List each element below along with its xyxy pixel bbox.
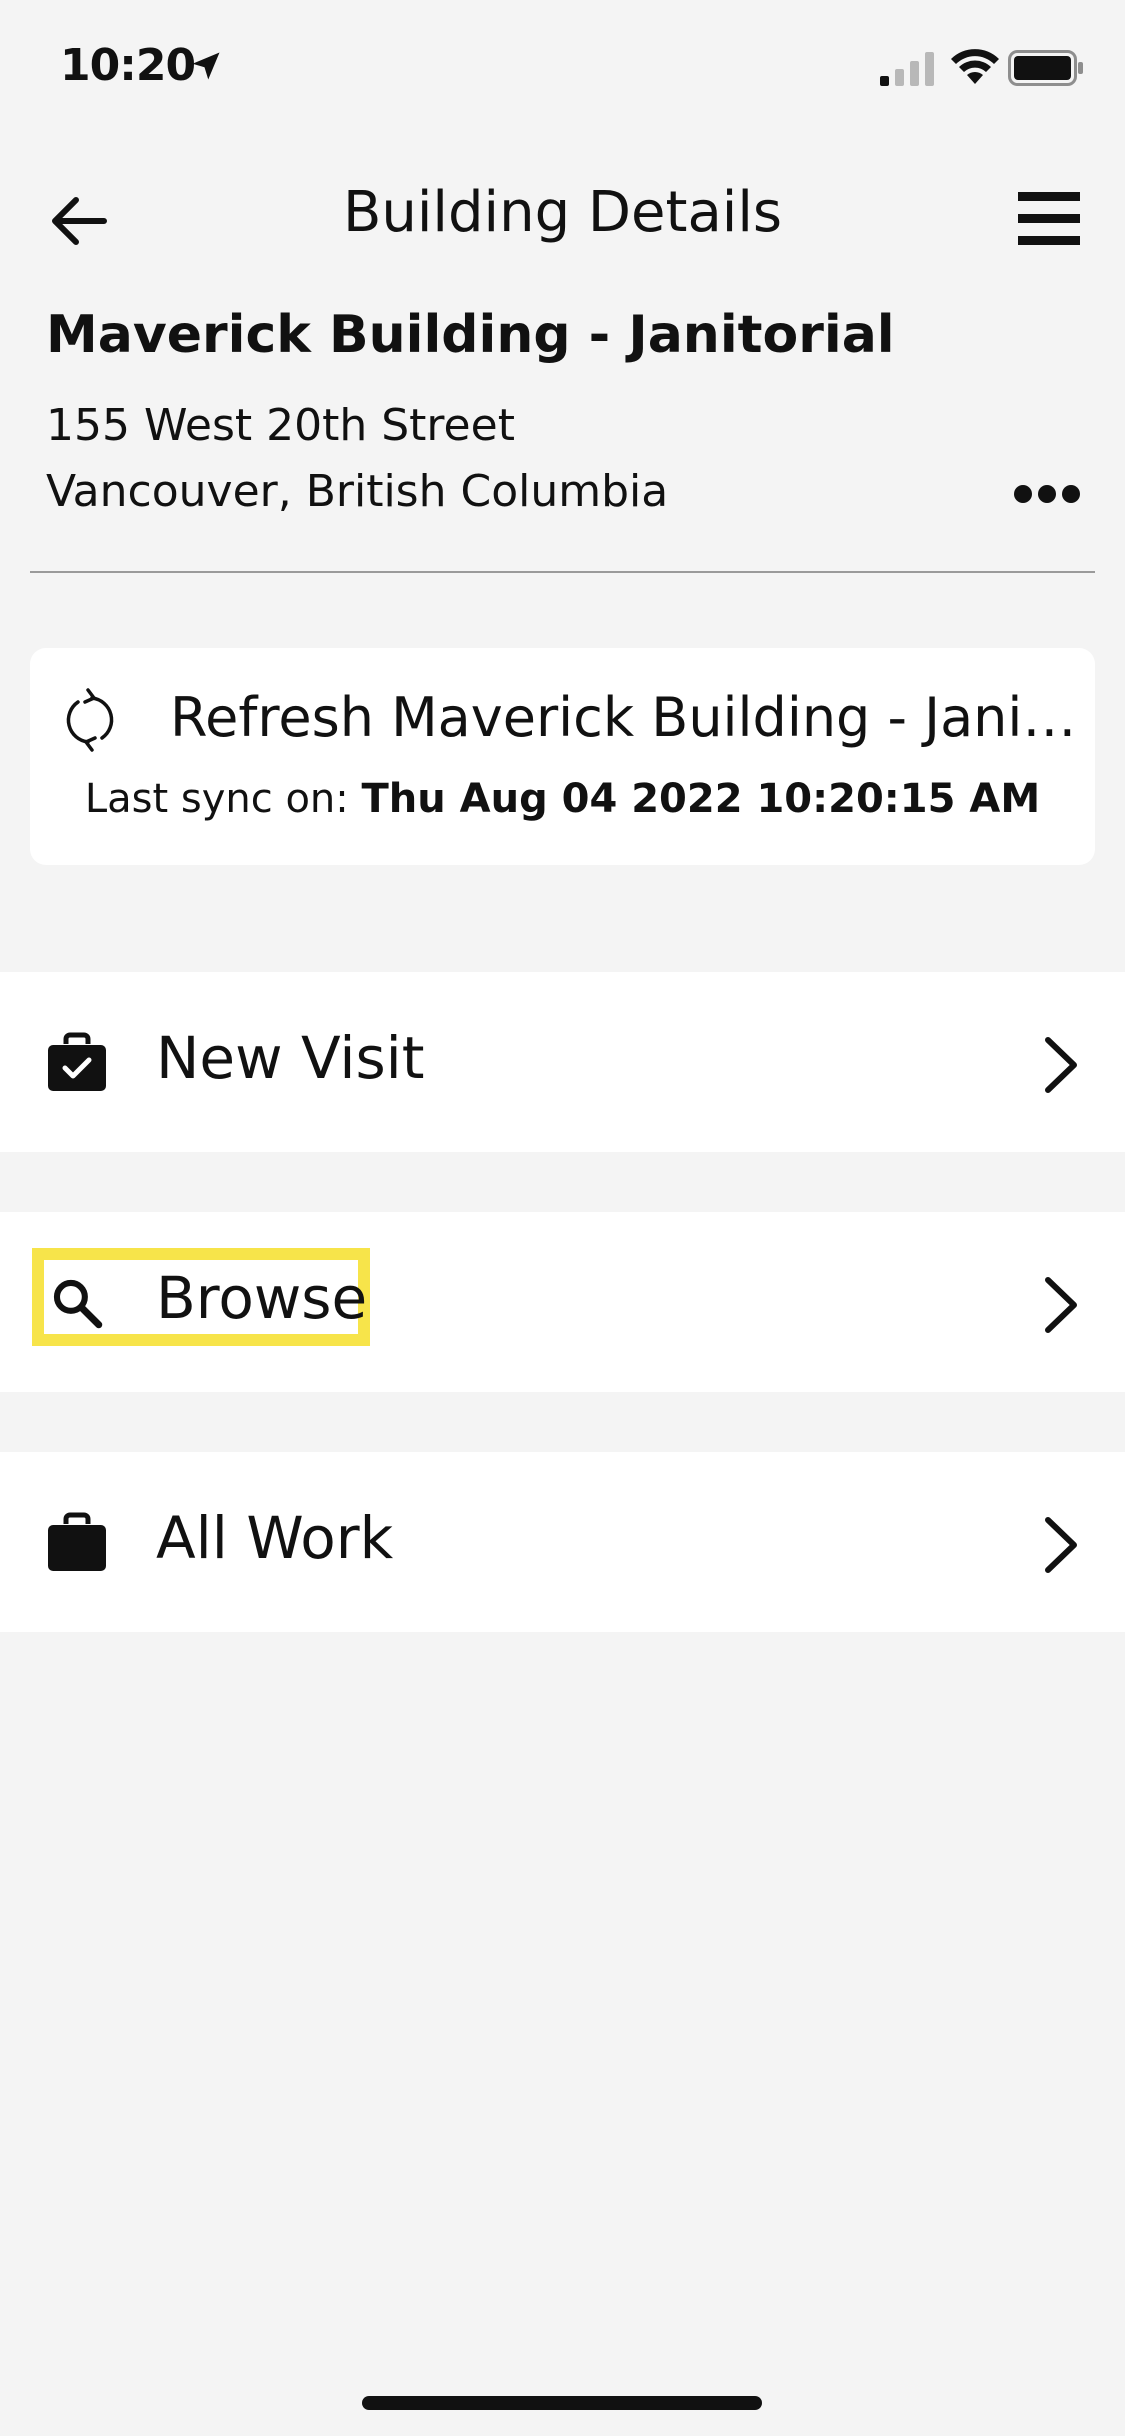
refresh-label: Refresh Maverick Building - Janitorial bbox=[170, 686, 1085, 749]
wifi-icon bbox=[951, 49, 999, 84]
home-indicator[interactable] bbox=[362, 2396, 762, 2410]
menu-item-label: Browse bbox=[156, 1264, 368, 1332]
menu-item-label: New Visit bbox=[156, 1024, 425, 1092]
header-divider bbox=[30, 571, 1095, 573]
cellular-signal-icon bbox=[880, 52, 934, 86]
last-sync-text: Last sync on: Thu Aug 04 2022 10:20:15 A… bbox=[30, 776, 1095, 822]
last-sync-value: Thu Aug 04 2022 10:20:15 AM bbox=[361, 776, 1041, 822]
page-title: Building Details bbox=[342, 180, 783, 245]
building-address-line1: 155 West 20th Street bbox=[46, 400, 515, 451]
refresh-card[interactable]: Refresh Maverick Building - Janitorial L… bbox=[30, 648, 1095, 865]
status-bar: 10:20 bbox=[0, 0, 1125, 135]
briefcase-check-icon bbox=[48, 1032, 106, 1091]
menu-item-all-work[interactable]: All Work bbox=[0, 1452, 1125, 1632]
ellipsis-icon[interactable] bbox=[1012, 474, 1082, 514]
status-time: 10:20 bbox=[60, 40, 196, 91]
last-sync-prefix: Last sync on: bbox=[84, 776, 349, 822]
search-icon bbox=[53, 1279, 103, 1329]
chevron-right-icon bbox=[1045, 1277, 1077, 1333]
menu-item-label: All Work bbox=[156, 1504, 394, 1572]
location-arrow-icon bbox=[192, 52, 220, 80]
briefcase-icon bbox=[48, 1512, 106, 1571]
menu-item-browse[interactable]: Browse bbox=[0, 1212, 1125, 1392]
building-address-line2: Vancouver, British Columbia bbox=[46, 466, 669, 517]
refresh-icon bbox=[66, 688, 114, 752]
building-name: Maverick Building - Janitorial bbox=[46, 305, 895, 365]
chevron-right-icon bbox=[1045, 1517, 1077, 1573]
battery-icon bbox=[1008, 50, 1083, 86]
building-details-screen: 10:20 Building Details Maverick Building… bbox=[0, 0, 1125, 2436]
hamburger-menu-icon[interactable] bbox=[1016, 186, 1082, 252]
menu-item-new-visit[interactable]: New Visit bbox=[0, 972, 1125, 1152]
chevron-right-icon bbox=[1045, 1037, 1077, 1093]
nav-bar: Building Details bbox=[0, 160, 1125, 280]
